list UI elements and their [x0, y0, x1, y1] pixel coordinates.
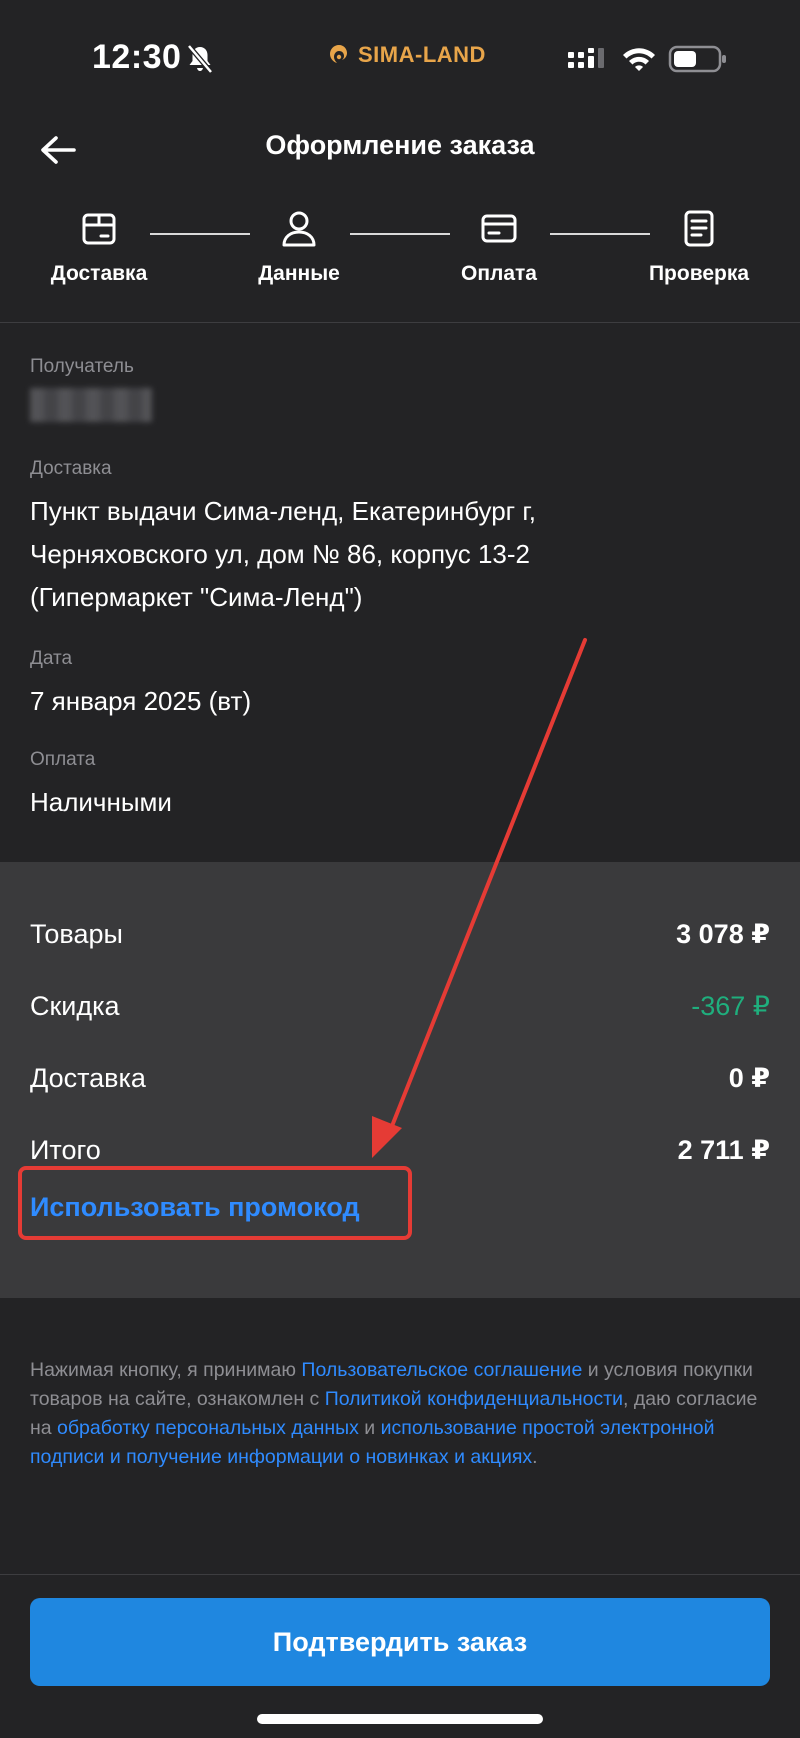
legal-text: Нажимая кнопку, я принимаю: [30, 1359, 302, 1381]
step-label: Доставка: [50, 262, 148, 285]
divider: [0, 1574, 800, 1575]
user-agreement-link[interactable]: Пользовательское соглашение: [301, 1359, 582, 1381]
divider: [0, 322, 800, 323]
step-payment[interactable]: Оплата: [424, 208, 574, 286]
summary-label: Доставка: [30, 1062, 146, 1093]
summary-label: Итого: [30, 1134, 101, 1165]
summary-value: 0 ₽: [728, 1062, 770, 1093]
date-value: 7 января 2025 (вт): [30, 686, 252, 716]
bell-off-icon: [187, 44, 213, 74]
brand-mark-icon: [330, 45, 347, 63]
summary-value: 3 078 ₽: [676, 918, 770, 949]
payment-block: Оплата Наличными: [30, 749, 172, 824]
summary-value: -367 ₽: [691, 990, 770, 1021]
step-label: Оплата: [460, 262, 537, 285]
wifi-icon: [623, 48, 655, 71]
date-block: Дата 7 января 2025 (вт): [30, 648, 251, 723]
summary-row-discount: Скидка -367 ₽: [30, 986, 770, 1026]
recipient-block: Получатель: [30, 356, 152, 422]
delivery-address-line: Черняховского ул, дом № 86, корпус 13-2: [30, 539, 530, 569]
personal-data-link[interactable]: обработку персональных данных: [57, 1417, 359, 1439]
summary-label: Скидка: [30, 990, 120, 1021]
use-promo-code-link[interactable]: Использовать промокод: [30, 1192, 360, 1223]
privacy-policy-link[interactable]: Политикой конфиденциальности: [325, 1388, 623, 1410]
document-icon: [684, 210, 714, 247]
battery-icon: [668, 45, 726, 73]
confirm-order-button[interactable]: Подтвердить заказ: [30, 1598, 770, 1686]
step-delivery[interactable]: Доставка: [24, 208, 174, 286]
summary-label: Товары: [30, 918, 123, 949]
home-indicator: [257, 1714, 543, 1724]
legal-text: и: [358, 1417, 381, 1439]
box-icon: [82, 213, 116, 245]
card-icon: [481, 214, 517, 243]
checkout-steps: Доставка Данные Оплата Проверка: [0, 208, 800, 323]
status-bar: 12:30 SIMA-LAND: [0, 0, 800, 112]
step-label: Проверка: [648, 262, 750, 285]
order-summary: Товары 3 078 ₽ Скидка -367 ₽ Доставка 0 …: [0, 862, 800, 1298]
step-review[interactable]: Проверка: [624, 208, 774, 286]
signal-icon: [568, 48, 604, 68]
brand-name: SIMA-LAND: [358, 42, 486, 67]
app-header: Оформление заказа: [0, 112, 800, 212]
legal-text: .: [532, 1446, 538, 1468]
summary-row-total: Итого 2 711 ₽: [30, 1130, 770, 1170]
recipient-label: Получатель: [30, 356, 134, 377]
payment-value: Наличными: [30, 787, 172, 817]
page-title: Оформление заказа: [265, 130, 535, 160]
status-time: 12:30: [92, 38, 182, 76]
legal-consent-text: Нажимая кнопку, я принимаю Пользовательс…: [30, 1356, 770, 1472]
person-icon: [282, 211, 316, 247]
brand-logo: SIMA-LAND: [326, 40, 486, 70]
summary-row-delivery: Доставка 0 ₽: [30, 1058, 770, 1098]
date-label: Дата: [30, 648, 73, 669]
delivery-address-line: Пункт выдачи Сима-ленд, Екатеринбург г,: [30, 496, 536, 526]
recipient-name-redacted: [30, 388, 152, 422]
delivery-address-line: (Гипермаркет "Сима-Ленд"): [30, 582, 363, 612]
step-data[interactable]: Данные: [224, 208, 374, 286]
step-label: Данные: [258, 262, 340, 285]
payment-label: Оплата: [30, 749, 96, 770]
summary-value: 2 711 ₽: [677, 1134, 770, 1165]
summary-row-goods: Товары 3 078 ₽: [30, 914, 770, 954]
delivery-label: Доставка: [30, 458, 112, 479]
delivery-block: Доставка Пункт выдачи Сима-ленд, Екатери…: [30, 458, 536, 619]
